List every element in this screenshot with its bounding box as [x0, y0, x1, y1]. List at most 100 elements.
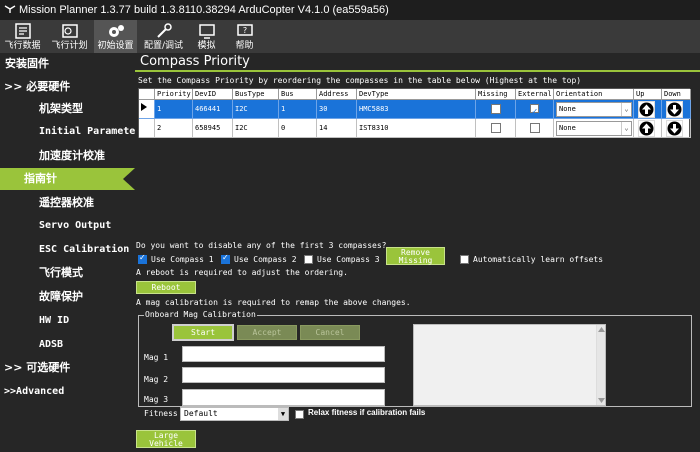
scroll-up-icon[interactable] — [598, 327, 605, 332]
col-orientation[interactable]: Orientation — [554, 89, 634, 100]
accept-calibration-button[interactable]: Accept — [237, 325, 297, 340]
cell-down[interactable] — [662, 119, 691, 138]
reboot-button[interactable]: Reboot — [136, 281, 196, 294]
window-title: Mission Planner 1.3.77 build 1.3.8110.38… — [19, 4, 389, 16]
col-devid[interactable]: DevID — [193, 89, 233, 100]
cell-up[interactable] — [634, 119, 662, 138]
cancel-calibration-button[interactable]: Cancel — [300, 325, 360, 340]
calibration-log-textbox[interactable] — [413, 324, 606, 406]
cell-up[interactable] — [634, 100, 662, 119]
compass-priority-table[interactable]: Priority DevID BusType Bus Address DevTy… — [138, 88, 691, 138]
cell-external[interactable] — [516, 119, 554, 138]
fitness-select[interactable]: Default ▼ — [180, 407, 289, 421]
sidebar-item-radio-calibration[interactable]: 遥控器校准 — [0, 192, 135, 214]
chevron-down-icon: ⌄ — [621, 122, 631, 135]
auto-learn-offsets-checkbox[interactable] — [460, 255, 469, 264]
cell-missing[interactable] — [476, 100, 516, 119]
sidebar-item-failsafe[interactable]: 故障保护 — [0, 286, 135, 308]
remap-note: A mag calibration is required to remap t… — [136, 298, 411, 307]
cell-priority[interactable]: 1 — [155, 100, 193, 119]
col-address[interactable]: Address — [317, 89, 357, 100]
sidebar-group-advanced[interactable]: >>Advanced — [0, 381, 135, 403]
log-scrollbar[interactable] — [596, 325, 605, 405]
large-vehicle-magcal-button[interactable]: Large Vehicle MagCal — [136, 430, 196, 448]
toolbar-config-tuning[interactable]: 配置/调试 — [140, 20, 187, 53]
sidebar-install-firmware[interactable]: 安装固件 — [0, 53, 135, 75]
start-calibration-button[interactable]: Start — [172, 324, 234, 341]
use-compass-3-checkbox[interactable] — [304, 255, 313, 264]
col-up[interactable]: Up — [634, 89, 662, 100]
orientation-select[interactable]: None ⌄ — [556, 121, 632, 136]
use-compass-2-checkbox[interactable] — [221, 253, 230, 264]
relax-fitness-checkbox[interactable] — [295, 410, 304, 419]
sidebar-item-hw-id[interactable]: HW ID — [0, 310, 135, 332]
cell-bus[interactable]: 1 — [279, 100, 317, 119]
toolbar-simulation[interactable]: 模拟 — [190, 20, 223, 53]
cell-bustype[interactable]: I2C — [233, 119, 279, 138]
row-header[interactable] — [139, 119, 155, 138]
cell-missing[interactable] — [476, 119, 516, 138]
flight-plan-icon — [61, 24, 78, 38]
toolbar-flight-plan[interactable]: 飞行计划 — [47, 20, 92, 53]
remove-missing-button[interactable]: Remove Missing — [386, 247, 445, 265]
col-bus[interactable]: Bus — [279, 89, 317, 100]
external-checkbox[interactable] — [530, 103, 539, 118]
sidebar-item-compass[interactable]: 指南针 — [0, 168, 135, 190]
move-down-button[interactable] — [666, 101, 683, 118]
cell-orientation[interactable]: None ⌄ — [554, 119, 634, 138]
disable-question: Do you want to disable any of the first … — [136, 241, 387, 250]
cell-devid[interactable]: 466441 — [193, 100, 233, 119]
orientation-select[interactable]: None ⌄ — [556, 102, 632, 117]
sidebar-item-flight-modes[interactable]: 飞行模式 — [0, 262, 135, 284]
cell-address[interactable]: 14 — [317, 119, 357, 138]
col-external[interactable]: External — [516, 89, 554, 100]
onboard-group-title: Onboard Mag Calibration — [144, 310, 257, 319]
mag2-label: Mag 2 — [144, 375, 169, 384]
col-down[interactable]: Down — [662, 89, 691, 100]
sidebar-group-required[interactable]: >> 必要硬件 — [0, 76, 135, 98]
table-row[interactable]: 1 466441 I2C 1 30 HMC5883 None⌄ — [139, 100, 691, 119]
toolbar-flight-data[interactable]: 飞行数据 — [0, 20, 45, 53]
table-rowheader-corner — [139, 89, 155, 100]
main-toolbar: 飞行数据 飞行计划 初始设置 配置/调试 模拟 ? 帮助 — [0, 20, 700, 53]
sidebar-item-frame-type[interactable]: 机架类型 — [0, 98, 135, 120]
cell-down[interactable] — [662, 100, 691, 119]
cell-devtype[interactable]: HMC5883 — [357, 100, 476, 119]
cell-devtype[interactable]: IST8310 — [357, 119, 476, 138]
cell-orientation[interactable]: None ⌄ — [554, 100, 634, 119]
external-checkbox[interactable] — [530, 123, 540, 133]
onboard-mag-calibration-group: Onboard Mag Calibration Start Accept Can… — [138, 310, 692, 407]
sidebar-item-initial-parameter-setup[interactable]: Initial Parameter Setup — [0, 121, 135, 143]
sidebar-item-adsb[interactable]: ADSB — [0, 334, 135, 356]
sidebar-item-servo-output[interactable]: Servo Output — [0, 215, 135, 237]
table-row[interactable]: 2 658945 I2C 0 14 IST8310 None ⌄ — [139, 119, 691, 138]
move-up-button[interactable] — [638, 101, 655, 118]
col-priority[interactable]: Priority — [155, 89, 193, 100]
col-bustype[interactable]: BusType — [233, 89, 279, 100]
sidebar-item-accel-calibration[interactable]: 加速度计校准 — [0, 145, 135, 167]
cell-bustype[interactable]: I2C — [233, 100, 279, 119]
scroll-down-icon[interactable] — [598, 398, 605, 403]
mag3-label: Mag 3 — [144, 395, 169, 404]
cell-devid[interactable]: 658945 — [193, 119, 233, 138]
cell-bus[interactable]: 0 — [279, 119, 317, 138]
col-devtype[interactable]: DevType — [357, 89, 476, 100]
col-missing[interactable]: Missing — [476, 89, 516, 100]
toolbar-initial-setup[interactable]: 初始设置 — [94, 20, 137, 53]
missing-checkbox[interactable] — [491, 123, 501, 133]
cell-priority[interactable]: 2 — [155, 119, 193, 138]
compass-panel: Compass Priority Set the Compass Priorit… — [135, 53, 700, 452]
move-down-button[interactable] — [666, 120, 683, 137]
fitness-label: Fitness — [144, 409, 178, 418]
row-header[interactable] — [139, 100, 155, 119]
toolbar-help[interactable]: ? 帮助 — [228, 20, 261, 53]
sidebar-group-optional[interactable]: >> 可选硬件 — [0, 357, 135, 379]
move-up-button[interactable] — [638, 120, 655, 137]
use-compass-1-checkbox[interactable] — [138, 253, 147, 264]
cell-external[interactable] — [516, 100, 554, 119]
mission-planner-window: Mission Planner 1.3.77 build 1.3.8110.38… — [0, 0, 700, 452]
missing-checkbox[interactable] — [491, 104, 501, 114]
setup-sidebar: 安装固件 >> 必要硬件 机架类型 Initial Parameter Setu… — [0, 53, 135, 452]
sidebar-item-esc-calibration[interactable]: ESC Calibration — [0, 239, 135, 261]
cell-address[interactable]: 30 — [317, 100, 357, 119]
